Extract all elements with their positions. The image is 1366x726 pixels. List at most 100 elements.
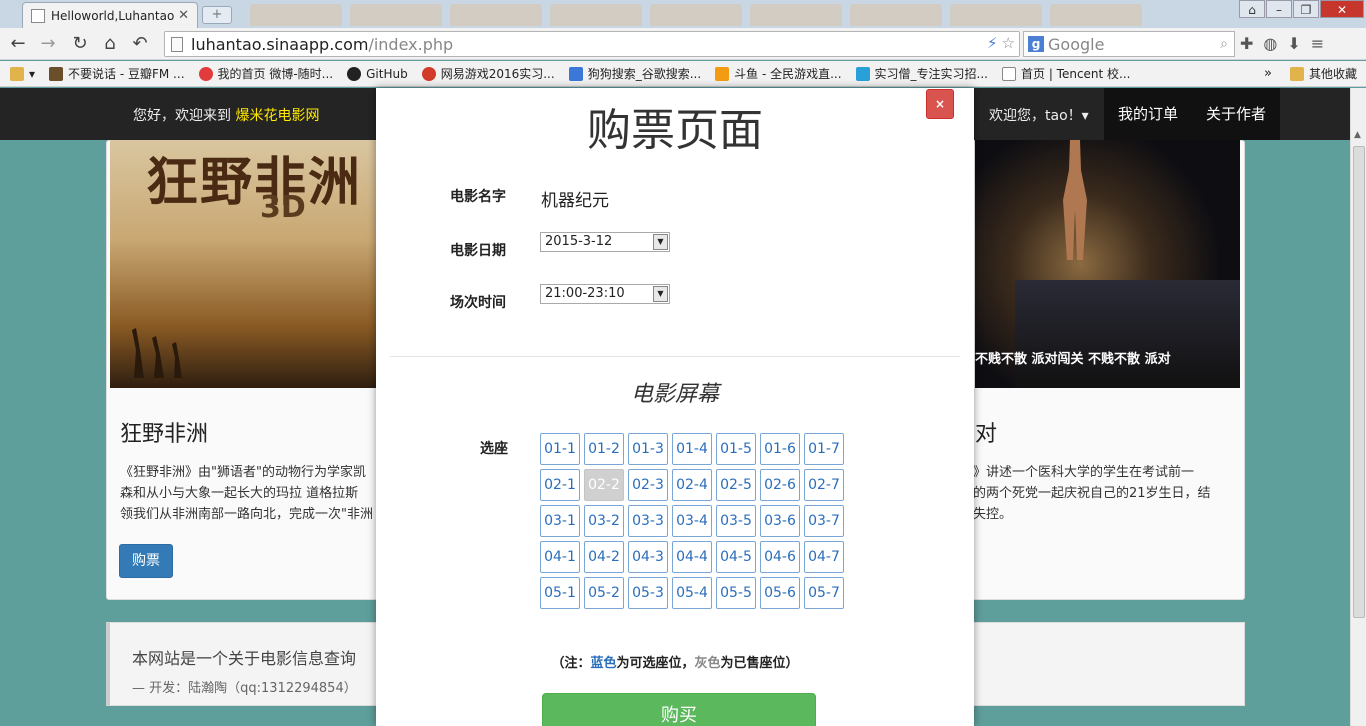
- seat-available[interactable]: 05-7: [804, 577, 844, 609]
- seat-available[interactable]: 01-7: [804, 433, 844, 465]
- maximize-button[interactable]: ❐: [1293, 0, 1319, 18]
- police-car-image: [1015, 280, 1240, 388]
- dropdown-arrow-icon[interactable]: ▼: [653, 234, 668, 250]
- brand-link[interactable]: 爆米花电影网: [235, 108, 319, 124]
- seat-available[interactable]: 05-1: [540, 577, 580, 609]
- purchase-button[interactable]: 购买: [542, 693, 816, 726]
- seat-available[interactable]: 05-3: [628, 577, 668, 609]
- seat-available[interactable]: 03-3: [628, 505, 668, 537]
- seat-available[interactable]: 02-7: [804, 469, 844, 501]
- seat-sold: 02-2: [584, 469, 624, 501]
- search-icon[interactable]: ⌕: [1220, 36, 1228, 52]
- window-close-button[interactable]: ✕: [1320, 0, 1364, 18]
- undo-icon[interactable]: ↶: [128, 32, 152, 56]
- download-icon[interactable]: ⬇: [1287, 34, 1300, 53]
- background-tab[interactable]: [1050, 4, 1142, 26]
- seat-available[interactable]: 04-6: [760, 541, 800, 573]
- giraffe-silhouette-icon: [132, 328, 182, 378]
- movie-poster-left[interactable]: 狂野非洲 3D: [110, 140, 390, 388]
- seat-available[interactable]: 05-5: [716, 577, 756, 609]
- showtime-select[interactable]: 21:00-23:10 ▼: [540, 284, 670, 304]
- seat-available[interactable]: 03-6: [760, 505, 800, 537]
- poster-subtitle-art: 3D: [260, 190, 306, 225]
- bookmarks-folder-icon[interactable]: ▾: [10, 66, 35, 81]
- bookmarks-overflow[interactable]: »: [1264, 66, 1272, 81]
- background-tab[interactable]: [950, 4, 1042, 26]
- seat-available[interactable]: 02-3: [628, 469, 668, 501]
- seat-available[interactable]: 02-6: [760, 469, 800, 501]
- bookmark-item[interactable]: 不要说话 - 豆瓣FM ...: [49, 65, 185, 82]
- bookmark-item[interactable]: GitHub: [347, 66, 408, 81]
- footer-credit: — 开发：陆瀚陶（qq:1312294854）: [132, 681, 357, 696]
- background-tab[interactable]: [850, 4, 942, 26]
- seat-available[interactable]: 05-6: [760, 577, 800, 609]
- scroll-up-icon[interactable]: ▲: [1354, 130, 1361, 140]
- bookmarks-bar: ▾ 不要说话 - 豆瓣FM ... 我的首页 微博-随时... GitHub 网…: [0, 61, 1366, 87]
- tab-close-icon[interactable]: ✕: [178, 8, 189, 23]
- menu-icon[interactable]: ≡: [1311, 34, 1324, 53]
- background-tab[interactable]: [650, 4, 742, 26]
- bookmark-item[interactable]: 我的首页 微博-随时...: [198, 65, 333, 82]
- other-bookmarks[interactable]: 其他收藏: [1290, 65, 1357, 82]
- seat-available[interactable]: 03-7: [804, 505, 844, 537]
- background-tab[interactable]: [350, 4, 442, 26]
- forward-arrow-icon[interactable]: →: [36, 32, 60, 56]
- background-tab[interactable]: [550, 4, 642, 26]
- movie-poster-right[interactable]: 不贱不散 派对闯关 不贱不散 派对: [975, 140, 1240, 388]
- bookmark-item[interactable]: 狗狗搜索_谷歌搜索...: [568, 65, 701, 82]
- bookmark-item[interactable]: 网易游戏2016实习...: [421, 65, 555, 82]
- seat-available[interactable]: 03-5: [716, 505, 756, 537]
- seat-available[interactable]: 04-2: [584, 541, 624, 573]
- seat-available[interactable]: 01-6: [760, 433, 800, 465]
- address-bar[interactable]: luhantao.sinaapp.com /index.php ⚡ ☆: [164, 31, 1020, 57]
- nav-my-orders[interactable]: 我的订单: [1104, 88, 1193, 140]
- seat-available[interactable]: 05-2: [584, 577, 624, 609]
- seat-available[interactable]: 04-7: [804, 541, 844, 573]
- background-tab[interactable]: [750, 4, 842, 26]
- reload-icon[interactable]: ↻: [68, 32, 92, 56]
- user-dropdown[interactable]: 欢迎您，tao！▾: [989, 105, 1089, 125]
- bookmark-item[interactable]: 首页 | Tencent 校...: [1002, 65, 1131, 82]
- movie-date-select[interactable]: 2015-3-12 ▼: [540, 232, 670, 252]
- home-icon[interactable]: ⌂: [98, 32, 122, 56]
- background-tab[interactable]: [450, 4, 542, 26]
- seat-available[interactable]: 03-1: [540, 505, 580, 537]
- search-box[interactable]: g Google ⌕: [1023, 31, 1235, 57]
- extension-icon[interactable]: ⚡: [987, 34, 998, 52]
- seat-available[interactable]: 01-3: [628, 433, 668, 465]
- background-tab[interactable]: [250, 4, 342, 26]
- seat-available[interactable]: 04-3: [628, 541, 668, 573]
- figure-silhouette-icon: [1063, 140, 1087, 260]
- browser-tab-active[interactable]: Helloworld,Luhantao ✕: [22, 2, 198, 28]
- seat-available[interactable]: 05-4: [672, 577, 712, 609]
- modal-title: 购票页面: [587, 105, 763, 156]
- bookmark-item[interactable]: 实习僧_专注实习招...: [855, 65, 988, 82]
- google-icon: g: [1028, 36, 1044, 52]
- puzzle-icon[interactable]: ✚: [1240, 34, 1253, 53]
- seat-available[interactable]: 03-2: [584, 505, 624, 537]
- seat-available[interactable]: 02-5: [716, 469, 756, 501]
- bookmark-star-icon[interactable]: ☆: [1002, 34, 1015, 52]
- seat-available[interactable]: 02-1: [540, 469, 580, 501]
- translate-icon[interactable]: ◍: [1263, 34, 1277, 53]
- page-scrollbar[interactable]: ▲: [1350, 88, 1366, 726]
- buy-ticket-button[interactable]: 购票: [119, 544, 173, 578]
- bookmark-item[interactable]: 斗鱼 - 全民游戏直...: [715, 65, 842, 82]
- seat-available[interactable]: 04-4: [672, 541, 712, 573]
- seat-available[interactable]: 01-2: [584, 433, 624, 465]
- seat-available[interactable]: 03-4: [672, 505, 712, 537]
- seat-available[interactable]: 01-1: [540, 433, 580, 465]
- seat-available[interactable]: 01-5: [716, 433, 756, 465]
- new-tab-button[interactable]: +: [202, 6, 232, 24]
- seat-available[interactable]: 02-4: [672, 469, 712, 501]
- scrollbar-thumb[interactable]: [1353, 146, 1365, 618]
- seat-available[interactable]: 01-4: [672, 433, 712, 465]
- seat-available[interactable]: 04-5: [716, 541, 756, 573]
- seat-available[interactable]: 04-1: [540, 541, 580, 573]
- weibo-icon: [198, 66, 213, 81]
- back-arrow-icon[interactable]: ←: [6, 32, 30, 56]
- dropdown-arrow-icon[interactable]: ▼: [653, 286, 668, 302]
- profile-icon[interactable]: ⌂: [1239, 0, 1265, 18]
- nav-about-author[interactable]: 关于作者: [1192, 88, 1281, 140]
- minimize-button[interactable]: –: [1266, 0, 1292, 18]
